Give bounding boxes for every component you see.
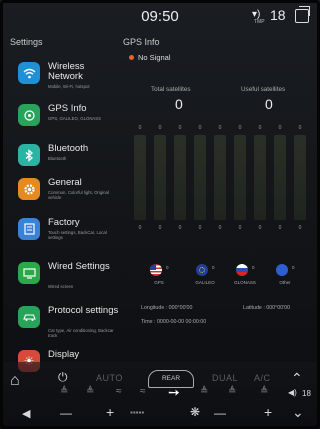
signal-status: No Signal [138, 53, 171, 62]
sidebar-item-subtitle: Wired screen [48, 284, 74, 289]
head-unit-screen: 09:50 ▾) TMP 18 Settings Wireless Networ… [0, 0, 320, 429]
sidebar-item-label: Factory [48, 217, 80, 228]
russia-flag-icon [236, 264, 248, 276]
windows-icon[interactable] [295, 6, 310, 23]
airflow-icon[interactable]: ≈ [116, 386, 122, 397]
volume-value: 18 [302, 389, 311, 398]
power-icon[interactable]: ⏻ [58, 370, 68, 385]
seat-heat-right-icon[interactable]: ≜ [200, 386, 208, 397]
eu-flag-icon [196, 264, 208, 276]
temp-left-up-button[interactable]: + [106, 404, 114, 420]
signal-status-dot [129, 55, 134, 60]
sidebar-title: Settings [10, 37, 43, 47]
sidebar-item-label: Wireless Network [48, 61, 85, 82]
satellite-signal-bars: 00 00 00 00 00 00 00 00 00 [131, 125, 309, 235]
sidebar-item-label: Bluetooth [48, 143, 89, 154]
seat-heat-left-icon[interactable]: ≜ [60, 386, 68, 397]
page-title: GPS Info [123, 37, 160, 47]
us-flag-icon [150, 264, 162, 276]
temp-right-up-button[interactable]: + [264, 404, 272, 420]
monitor-icon [18, 262, 40, 284]
status-bar: 09:50 ▾) TMP 18 [0, 0, 320, 30]
sidebar-item-subtitle: Bluetooth [48, 156, 67, 161]
climate-control-bar: ⌂ ⏻ AUTO REAR DUAL A/C ⌃ ≜ ≜ ≈ ≈ ➙ ≜ ≜ ≜… [0, 362, 320, 429]
wifi-icon [18, 62, 40, 84]
latitude: Latitude : 000°00'00 [243, 305, 291, 311]
gps-time: Time : 0000-00-00 00:00:00 [141, 319, 207, 325]
sidebar-item-subtitle: Mobile, Wi-Fi, hotspot [48, 84, 90, 89]
chevron-down-icon[interactable]: ⌄ [292, 404, 304, 421]
sidebar-item-subtitle: Common, Colorful light, Original vehicle [48, 190, 109, 201]
home-icon[interactable]: ⌂ [10, 372, 20, 390]
gear-icon [18, 178, 40, 200]
total-satellites-label: Total satellites [151, 86, 191, 93]
bluetooth-icon [18, 144, 40, 166]
satellite-icon [18, 104, 40, 126]
sidebar-item-subtitle: Touch settings, BackCar, Local settings [48, 230, 107, 241]
auto-button[interactable]: AUTO [96, 373, 123, 383]
seat-ventilation-icon[interactable]: ≜ [260, 386, 268, 397]
ac-button[interactable]: A/C [254, 373, 271, 383]
dual-button[interactable]: DUAL [212, 373, 238, 383]
volume-level: 18 [270, 7, 286, 23]
car-icon [18, 306, 40, 328]
volume-speaker-icon: ◀) [288, 388, 297, 397]
sidebar-item-label: Display [48, 349, 80, 360]
sidebar-item-label: GPS Info [48, 103, 87, 114]
useful-satellites-value: 0 [265, 96, 273, 112]
volume-label: TMP [254, 19, 265, 25]
airflow-mode-icon[interactable]: ➙ [168, 384, 180, 401]
useful-satellites-label: Useful satellites [241, 86, 286, 93]
factory-icon [18, 218, 40, 240]
temp-left-down-button[interactable]: — [60, 406, 72, 420]
seat-cool-left-icon[interactable]: ≜ [86, 386, 94, 397]
fan-speed-bars: ▪▪▪▪▪ [130, 408, 145, 417]
chevron-up-icon[interactable]: ⌃ [291, 370, 303, 387]
back-icon[interactable]: ◀ [22, 407, 30, 420]
sidebar-item-label: Wired Settings [48, 261, 110, 272]
seat-cool-right-icon[interactable]: ≜ [228, 386, 236, 397]
sidebar-item-label: Protocol settings [48, 305, 119, 316]
longitude: Longitude : 000°00'00 [141, 305, 193, 311]
globe-icon [276, 264, 288, 276]
sidebar-item-subtitle: GPS, GALILEO, GLONASS [48, 116, 102, 121]
sidebar-item-subtitle: Car type, Air conditioning, Backcar trac… [48, 328, 114, 339]
sidebar-item-label: General [48, 177, 82, 188]
temp-right-down-button[interactable]: — [214, 406, 226, 420]
fan-icon[interactable]: ❋ [190, 405, 200, 419]
vent-icon[interactable]: ≈ [140, 386, 146, 397]
total-satellites-value: 0 [175, 96, 183, 112]
